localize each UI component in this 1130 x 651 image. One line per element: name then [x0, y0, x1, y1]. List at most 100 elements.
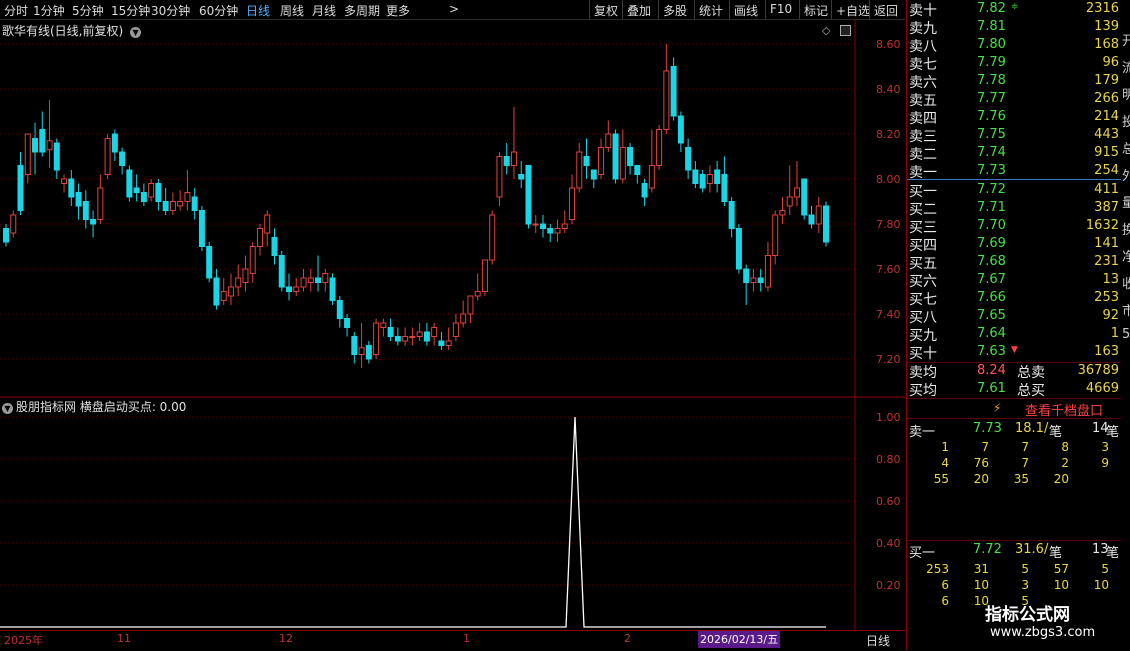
tool-1[interactable]: 叠加: [627, 2, 651, 19]
up-marker-icon: ≑: [1011, 2, 1019, 12]
edge-char: 流: [1122, 61, 1130, 76]
candle-body: [271, 237, 278, 256]
ask-volume: 179: [1094, 73, 1119, 88]
candle-body: [300, 277, 307, 288]
period-7[interactable]: 周线: [280, 2, 304, 19]
ask-price: 7.77: [977, 91, 1006, 106]
tool-3[interactable]: 统计: [699, 2, 723, 19]
tool-0[interactable]: 复权: [594, 2, 618, 19]
ask1-price: 7.73: [973, 421, 1002, 436]
tool-7[interactable]: +自选: [836, 2, 870, 19]
tool-6[interactable]: 标记: [804, 2, 828, 19]
tool-2[interactable]: 多股: [663, 2, 687, 19]
candlestick-chart[interactable]: 歌华有线(日线,前复权) ▼ ◇ 8.60 8.40 8.20 8.00 7.80 7.6…: [0, 20, 905, 398]
candle-body: [750, 277, 757, 283]
ask-row[interactable]: 卖三 7.75 443: [907, 126, 1121, 145]
toolbar-separator: [869, 0, 870, 19]
bid-price: 7.68: [977, 254, 1006, 269]
bid-row[interactable]: 买三 7.70 1632: [907, 217, 1121, 236]
candle-body: [90, 219, 97, 225]
y-tick-label: 0.80: [876, 453, 901, 466]
ask-row[interactable]: 卖六 7.78 179: [907, 72, 1121, 91]
queue-cell: 7: [1021, 456, 1029, 470]
ask1-unit2: 笔: [1106, 425, 1120, 440]
ask-label: 卖七: [909, 57, 937, 73]
candle-body: [235, 277, 242, 288]
period-9[interactable]: 多周期: [344, 2, 380, 19]
period-5[interactable]: 60分钟: [199, 2, 238, 19]
divider: [907, 398, 1121, 399]
bid-label: 买九: [909, 328, 937, 344]
candle-body: [445, 340, 452, 346]
candle-body: [119, 151, 126, 166]
ask-row[interactable]: 卖五 7.77 266: [907, 90, 1121, 109]
tool-4[interactable]: 画线: [734, 2, 758, 19]
queue-cell: 8: [1061, 440, 1069, 454]
queue-cell: 6: [941, 578, 949, 592]
ask-row[interactable]: 卖一 7.73 254: [907, 162, 1121, 181]
candle-body: [227, 286, 234, 297]
bid-row[interactable]: 买二 7.71 387: [907, 199, 1121, 218]
bid-volume: 253: [1094, 290, 1119, 305]
period-3[interactable]: 15分钟: [111, 2, 150, 19]
indicator-chart[interactable]: ▼ 股朋指标网 横盘启动买点: 0.00 1.00 0.80 0.60 0.40 0.20: [0, 398, 905, 630]
ask-row[interactable]: 卖九 7.81 139: [907, 18, 1121, 37]
candle-body: [612, 133, 619, 180]
ask-row[interactable]: 卖四 7.76 214: [907, 108, 1121, 127]
y-tick-label: 8.20: [876, 128, 901, 141]
bid-row[interactable]: 买六 7.67 13: [907, 271, 1121, 290]
ask-row[interactable]: 卖八 7.80 168: [907, 36, 1121, 55]
toolbar-separator: [831, 0, 832, 19]
more-arrow-icon[interactable]: >: [449, 2, 459, 16]
candle-body: [184, 192, 191, 202]
ask-label: 卖二: [909, 147, 937, 163]
candle-body: [380, 322, 387, 328]
period-2[interactable]: 5分钟: [72, 2, 104, 19]
period-4[interactable]: 30分钟: [151, 2, 190, 19]
candle-body: [111, 133, 118, 153]
ask1-avg: 18.1/: [1015, 421, 1049, 436]
y-tick-label: 8.40: [876, 83, 901, 96]
axis-label: 2: [624, 632, 631, 645]
candle-body: [547, 228, 554, 234]
queue-cell: 5: [1021, 562, 1029, 576]
period-6[interactable]: 日线: [246, 2, 270, 19]
candle-body: [394, 336, 401, 342]
period-8[interactable]: 月线: [312, 2, 336, 19]
candle-body: [554, 228, 561, 234]
indicator-svg: 1.00 0.80 0.60 0.40 0.20: [0, 398, 901, 630]
ask-row[interactable]: 卖二 7.74 915: [907, 144, 1121, 163]
ask-price: 7.82: [977, 1, 1006, 16]
candle-body: [293, 286, 300, 292]
period-10[interactable]: 更多: [386, 2, 410, 19]
bid-volume: 1: [1110, 326, 1119, 341]
bid-row[interactable]: 买九 7.64 1: [907, 325, 1121, 344]
bid-row[interactable]: 买一 7.72 411: [907, 181, 1121, 200]
tool-5[interactable]: F10: [770, 2, 792, 16]
candle-body: [663, 70, 670, 130]
period-0[interactable]: 分时: [4, 2, 28, 19]
candle-body: [728, 201, 735, 229]
candle-body: [627, 147, 634, 166]
period-label[interactable]: 日线: [866, 632, 890, 649]
bid-row[interactable]: 买八 7.65 92: [907, 307, 1121, 326]
bid-row[interactable]: 买四 7.69 141: [907, 235, 1121, 254]
candle-body: [198, 210, 205, 247]
ask-row[interactable]: 卖七 7.79 96: [907, 54, 1121, 73]
queue-cell: 20: [1053, 472, 1069, 486]
candle-body: [140, 192, 147, 202]
edge-char: 5: [1122, 327, 1130, 342]
edge-char: 投: [1122, 115, 1130, 130]
bid-price: 7.69: [977, 236, 1006, 251]
candle-body: [576, 151, 583, 189]
thousand-level-button[interactable]: 查看千档盘口: [1025, 400, 1103, 419]
bid-label: 买五: [909, 256, 937, 272]
bid-row[interactable]: 买五 7.68 231: [907, 253, 1121, 272]
period-1[interactable]: 1分钟: [33, 2, 65, 19]
candle-body: [583, 156, 590, 166]
queue-cell: 76: [973, 456, 989, 470]
tool-8[interactable]: 返回: [874, 2, 898, 19]
queue-cell: 10: [1093, 578, 1109, 592]
candle-body: [39, 129, 46, 153]
bid-row[interactable]: 买七 7.66 253: [907, 289, 1121, 308]
